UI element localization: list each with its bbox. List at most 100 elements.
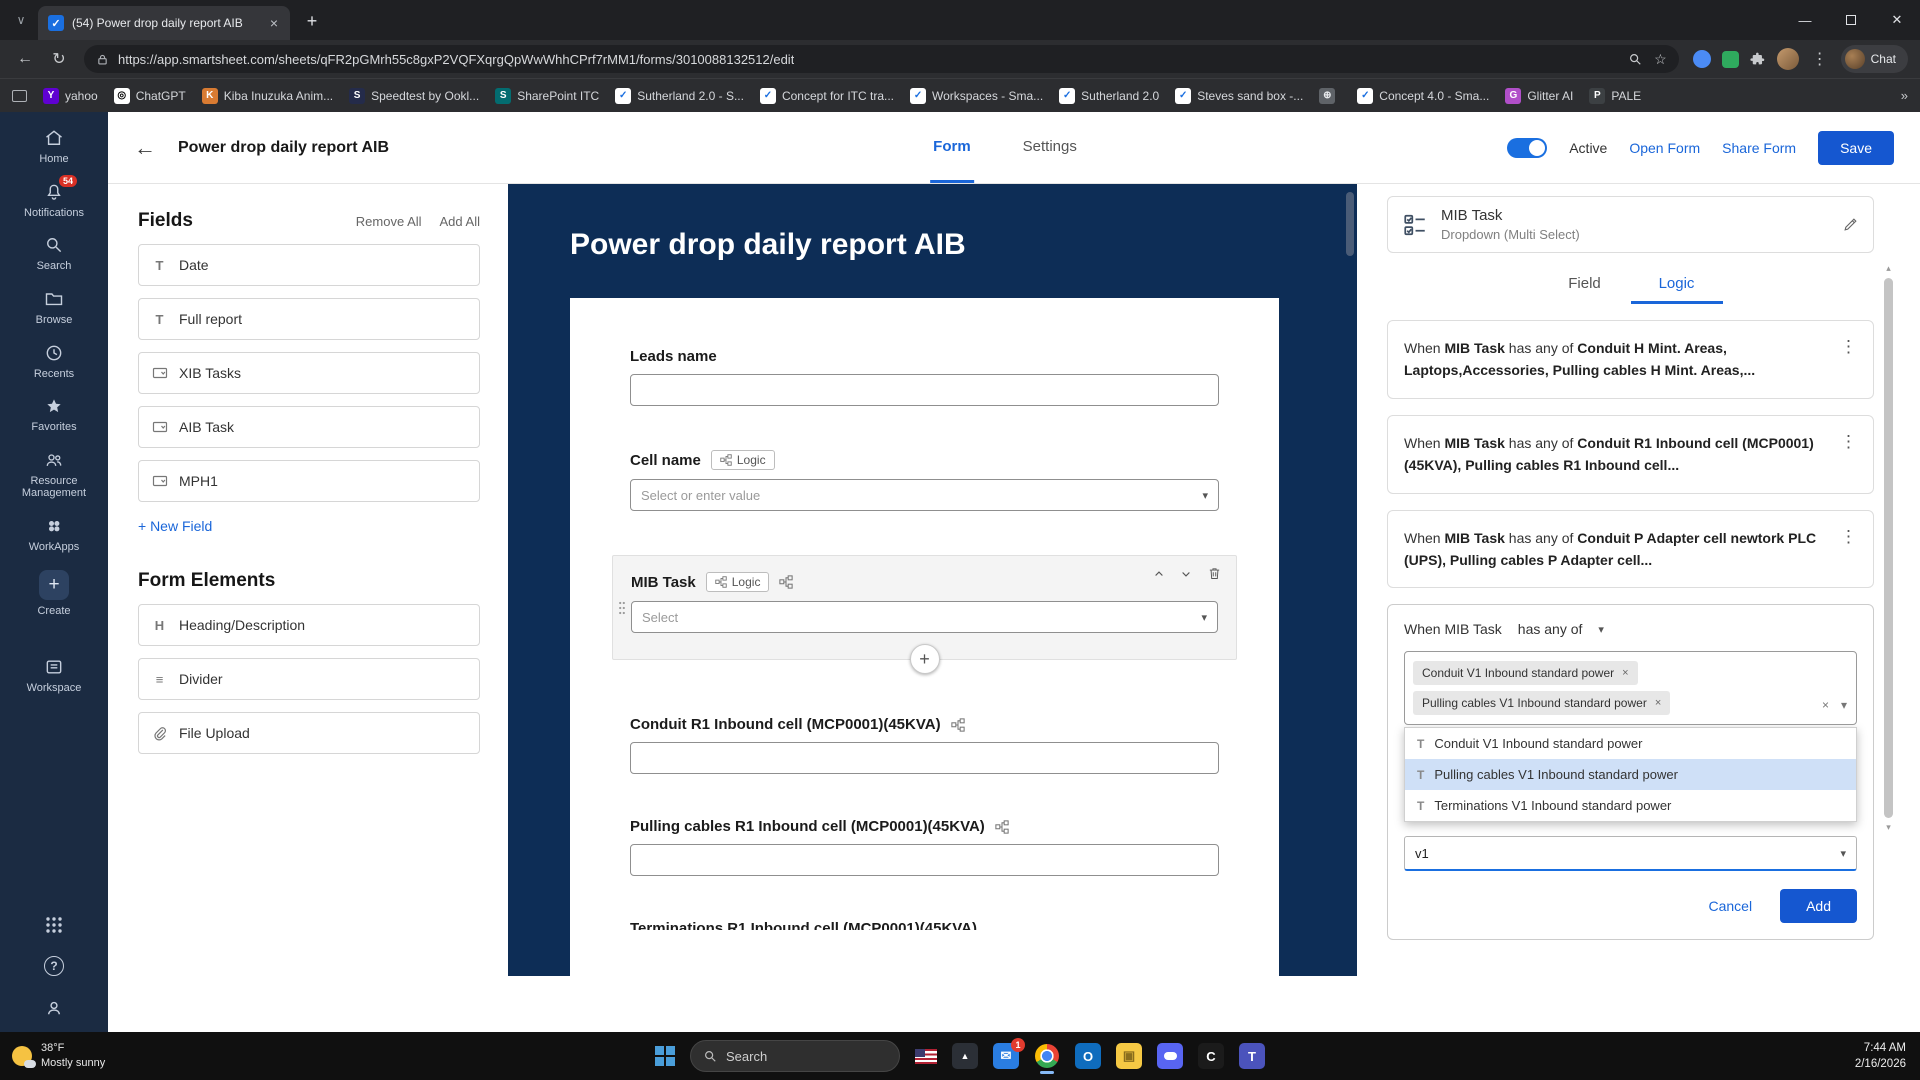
field-item-mph1[interactable]: MPH1: [138, 460, 480, 502]
back-arrow-icon[interactable]: ←: [134, 135, 156, 161]
bookmark[interactable]: ✓ Workspaces - Sma...: [910, 87, 1043, 104]
scrollbar-thumb[interactable]: [1884, 278, 1893, 818]
logic-rule-card[interactable]: When MIB Task has any of Conduit P Adapt…: [1387, 509, 1874, 589]
element-item-file-upload[interactable]: File Upload: [138, 712, 480, 754]
back-icon[interactable]: ←: [10, 44, 40, 74]
rule-menu-icon[interactable]: ⋮: [1840, 337, 1857, 382]
extensions-puzzle-icon[interactable]: [1750, 51, 1766, 67]
bookmark[interactable]: ✓ Concept 4.0 - Sma...: [1357, 87, 1489, 104]
clipchamp-icon[interactable]: C: [1198, 1043, 1224, 1069]
rule-menu-icon[interactable]: ⋮: [1840, 527, 1857, 572]
bookmark[interactable]: ✓ Concept for ITC tra...: [759, 87, 894, 104]
trash-icon[interactable]: [1207, 566, 1222, 581]
extension-icon-1[interactable]: [1692, 50, 1711, 68]
move-up-icon[interactable]: [1153, 568, 1165, 580]
chip-remove-icon[interactable]: ×: [1655, 697, 1661, 709]
remove-all-link[interactable]: Remove All: [356, 214, 422, 229]
logic-rule-card[interactable]: When MIB Task has any of Conduit H Mint.…: [1387, 320, 1874, 399]
tab-close-icon[interactable]: ×: [268, 15, 280, 31]
photos-icon[interactable]: ▲: [952, 1043, 978, 1069]
operator-select[interactable]: has any of ▾: [1518, 621, 1604, 637]
tab-settings[interactable]: Settings: [1020, 112, 1080, 183]
help-icon[interactable]: ?: [44, 956, 64, 976]
tab-logic[interactable]: Logic: [1630, 267, 1723, 304]
profile-avatar[interactable]: [1776, 48, 1799, 70]
pulling-cables-input[interactable]: [630, 844, 1219, 876]
mail-icon[interactable]: ✉ 1: [993, 1038, 1025, 1069]
chrome-icon[interactable]: [1034, 1043, 1060, 1074]
chevron-down-icon[interactable]: ▾: [1841, 698, 1847, 712]
bookmark[interactable]: S SharePoint ITC: [495, 87, 599, 104]
conduit-input[interactable]: [630, 742, 1219, 774]
drag-handle-icon[interactable]: [618, 600, 626, 616]
move-down-icon[interactable]: [1180, 568, 1192, 580]
bookmark-star-icon[interactable]: ☆: [1654, 51, 1667, 68]
apps-grid-icon[interactable]: [45, 916, 63, 934]
leads-name-input[interactable]: [630, 374, 1219, 406]
branch-icon[interactable]: [995, 819, 1009, 834]
rail-item-workspace[interactable]: Workspace: [0, 657, 108, 695]
browser-menu-icon[interactable]: ⋮: [1810, 49, 1830, 69]
value-search-combobox[interactable]: ▾: [1404, 836, 1857, 872]
file-explorer-icon[interactable]: ▣: [1116, 1043, 1142, 1069]
element-item-heading[interactable]: H Heading/Description: [138, 604, 480, 646]
bookmark[interactable]: S Speedtest by Ookl...: [349, 87, 479, 104]
us-flag-icon[interactable]: [915, 1048, 937, 1064]
bookmark[interactable]: Yyahoo: [43, 87, 98, 104]
bookmark[interactable]: ◎ ChatGPT: [113, 87, 186, 104]
dropdown-option[interactable]: T Conduit V1 Inbound standard power: [1405, 728, 1856, 759]
bookmark[interactable]: K Kiba Inuzuka Anim...: [201, 87, 333, 104]
rail-item-search[interactable]: Search: [0, 235, 108, 273]
close-window-button[interactable]: ✕: [1874, 0, 1920, 40]
new-field-link[interactable]: + New Field: [138, 518, 480, 534]
share-form-link[interactable]: Share Form: [1722, 140, 1796, 156]
branch-icon[interactable]: [779, 575, 794, 589]
logic-rule-card[interactable]: When MIB Task has any of Conduit R1 Inbo…: [1387, 414, 1874, 494]
add-field-plus-button[interactable]: +: [909, 644, 940, 674]
maximize-button[interactable]: [1828, 0, 1874, 40]
add-all-link[interactable]: Add All: [440, 214, 480, 229]
value-search-input[interactable]: [1415, 845, 1841, 861]
selected-field-block[interactable]: MIB Task Logic Select ▾ +: [612, 555, 1237, 674]
field-item-xib-tasks[interactable]: XIB Tasks: [138, 352, 480, 394]
rail-item-favorites[interactable]: Favorites: [0, 396, 108, 434]
rail-item-resource-management[interactable]: Resource Management: [0, 450, 108, 500]
tab-field[interactable]: Field: [1539, 267, 1631, 304]
branch-icon[interactable]: [950, 717, 965, 732]
edit-pencil-icon[interactable]: [1842, 216, 1859, 233]
zoom-icon[interactable]: [1628, 52, 1642, 66]
bookmark[interactable]: P PALE: [1589, 87, 1641, 104]
account-icon[interactable]: [44, 998, 64, 1018]
discord-icon[interactable]: [1157, 1043, 1183, 1069]
refresh-icon[interactable]: ↻: [44, 44, 74, 74]
cell-name-select[interactable]: Select or enter value ▾: [630, 479, 1219, 511]
logic-chip[interactable]: Logic: [710, 450, 775, 470]
taskbar-search[interactable]: Search: [690, 1040, 900, 1072]
new-tab-button[interactable]: +: [298, 7, 326, 35]
field-item-full-report[interactable]: T Full report: [138, 298, 480, 340]
dropdown-option[interactable]: T Terminations V1 Inbound standard power: [1405, 790, 1856, 821]
element-item-divider[interactable]: ≡ Divider: [138, 658, 480, 700]
bookmark[interactable]: ✓ Sutherland 2.0 - S...: [615, 87, 744, 104]
rule-menu-icon[interactable]: ⋮: [1840, 432, 1857, 477]
panel-scrollbar[interactable]: ▴ ▾: [1883, 264, 1894, 832]
rail-item-recents[interactable]: Recents: [0, 343, 108, 381]
logic-chip[interactable]: Logic: [705, 572, 770, 592]
field-item-date[interactable]: T Date: [138, 244, 480, 286]
bookmark[interactable]: ✓ Steves sand box -...: [1175, 87, 1303, 104]
rail-item-workapps[interactable]: WorkApps: [0, 516, 108, 554]
bookmarks-overflow-icon[interactable]: »: [1901, 88, 1908, 103]
field-item-aib-task[interactable]: AIB Task: [138, 406, 480, 448]
scrollbar-thumb[interactable]: [1346, 192, 1354, 256]
start-button[interactable]: [655, 1046, 675, 1066]
extension-icon-2[interactable]: [1721, 50, 1739, 68]
mib-task-select[interactable]: Select ▾: [631, 601, 1218, 633]
bookmark[interactable]: G Glitter AI: [1505, 87, 1573, 104]
taskbar-clock[interactable]: 7:44 AM 2/16/2026: [1855, 1040, 1920, 1072]
teams-icon[interactable]: T: [1239, 1043, 1265, 1069]
open-form-link[interactable]: Open Form: [1629, 140, 1700, 156]
chip-remove-icon[interactable]: ×: [1622, 667, 1628, 679]
bookmark[interactable]: ✓ Sutherland 2.0: [1059, 87, 1159, 104]
save-button[interactable]: Save: [1818, 130, 1894, 165]
browser-tab[interactable]: ✓ (54) Power drop daily report AIB ×: [38, 6, 290, 40]
